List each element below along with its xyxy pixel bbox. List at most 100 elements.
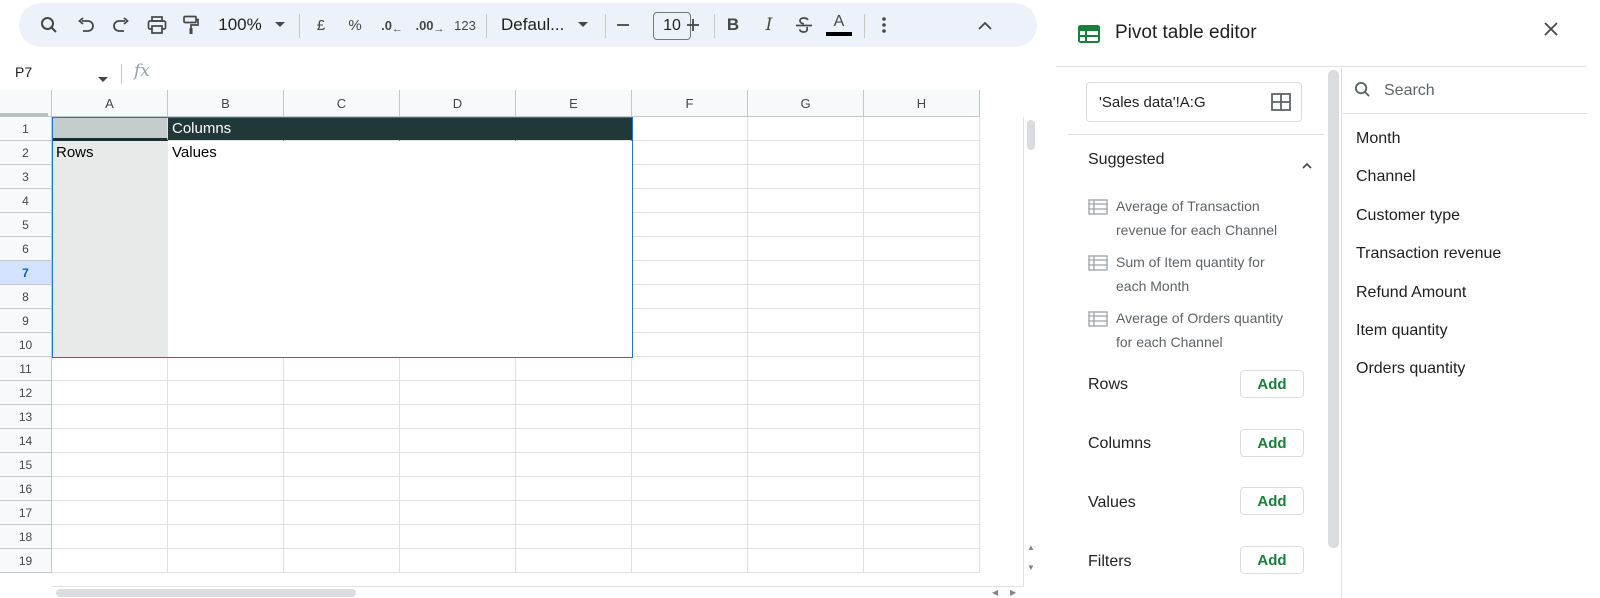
row-header[interactable]: 16 [0, 477, 52, 501]
cell[interactable] [284, 261, 400, 285]
column-header-e[interactable]: E [516, 90, 632, 117]
cell[interactable] [748, 381, 864, 405]
cell[interactable] [168, 549, 284, 573]
cell[interactable] [284, 213, 400, 237]
cell[interactable] [748, 237, 864, 261]
horizontal-scrollbar[interactable]: ◀ ▶ [52, 586, 1024, 598]
row-header[interactable]: 12 [0, 381, 52, 405]
cell[interactable] [864, 477, 980, 501]
cell[interactable] [168, 237, 284, 261]
cell[interactable] [400, 165, 516, 189]
cell[interactable] [748, 453, 864, 477]
field-item-orders-quantity[interactable]: Orders quantity [1356, 360, 1465, 378]
cell[interactable] [284, 237, 400, 261]
undo-icon[interactable] [74, 10, 98, 40]
row-header[interactable]: 17 [0, 501, 52, 525]
cell[interactable] [516, 309, 632, 333]
search-menus-icon[interactable] [37, 10, 61, 40]
cell[interactable] [168, 525, 284, 549]
strikethrough-icon[interactable] [793, 10, 815, 40]
italic-icon[interactable]: I [758, 10, 780, 40]
cell[interactable] [52, 333, 168, 357]
row-header[interactable]: 15 [0, 453, 52, 477]
cell[interactable] [864, 357, 980, 381]
column-header-b[interactable]: B [168, 90, 284, 117]
cell[interactable] [632, 309, 748, 333]
cell[interactable] [748, 261, 864, 285]
cell[interactable] [748, 213, 864, 237]
cell[interactable] [516, 261, 632, 285]
column-header-h[interactable]: H [864, 90, 980, 117]
cell[interactable] [168, 501, 284, 525]
cell[interactable] [284, 501, 400, 525]
decrease-decimal-button[interactable]: .0 ← [379, 10, 405, 40]
column-header-c[interactable]: C [284, 90, 400, 117]
field-item-transaction-revenue[interactable]: Transaction revenue [1356, 245, 1501, 263]
cell[interactable] [400, 477, 516, 501]
cell[interactable] [52, 165, 168, 189]
currency-format-button[interactable]: £ [311, 10, 331, 40]
cell[interactable] [864, 189, 980, 213]
pivot-rows-label[interactable]: Rows [52, 141, 168, 165]
row-header[interactable]: 19 [0, 549, 52, 573]
cell[interactable] [52, 549, 168, 573]
cell[interactable] [516, 381, 632, 405]
row-header[interactable]: 7 [0, 261, 52, 285]
cell[interactable] [632, 405, 748, 429]
cell[interactable] [748, 309, 864, 333]
cell[interactable] [864, 309, 980, 333]
cell[interactable] [52, 405, 168, 429]
cell[interactable] [632, 477, 748, 501]
cell[interactable] [632, 117, 748, 141]
cell[interactable] [516, 501, 632, 525]
cell[interactable] [864, 405, 980, 429]
cell[interactable] [632, 213, 748, 237]
cell[interactable] [168, 165, 284, 189]
cell[interactable] [748, 405, 864, 429]
cell[interactable] [632, 141, 748, 165]
cell[interactable] [168, 429, 284, 453]
scroll-down-icon[interactable]: ▼ [1027, 563, 1035, 572]
cell[interactable] [632, 357, 748, 381]
cell[interactable] [864, 549, 980, 573]
cell[interactable] [168, 309, 284, 333]
data-range-field[interactable]: 'Sales data'!A:G [1086, 82, 1302, 122]
cell[interactable] [748, 285, 864, 309]
cell[interactable] [284, 357, 400, 381]
font-caret-icon[interactable] [576, 10, 590, 40]
column-header-f[interactable]: F [632, 90, 748, 117]
field-item-channel[interactable]: Channel [1356, 168, 1416, 186]
cell[interactable] [632, 165, 748, 189]
cell[interactable] [52, 453, 168, 477]
select-range-grid-icon[interactable] [1271, 93, 1291, 115]
cell[interactable] [284, 285, 400, 309]
cell[interactable] [632, 285, 748, 309]
cell[interactable] [632, 189, 748, 213]
row-header[interactable]: 3 [0, 165, 52, 189]
cell[interactable] [400, 525, 516, 549]
cell[interactable] [400, 117, 516, 141]
cell[interactable] [52, 117, 168, 141]
decrease-font-size-icon[interactable] [613, 10, 633, 40]
percent-format-button[interactable]: % [345, 10, 365, 40]
cell[interactable] [284, 477, 400, 501]
row-header[interactable]: 6 [0, 237, 52, 261]
cell[interactable] [632, 333, 748, 357]
row-header[interactable]: 4 [0, 189, 52, 213]
cell[interactable] [864, 453, 980, 477]
row-header[interactable]: 2 [0, 141, 52, 165]
cell[interactable] [748, 165, 864, 189]
cell[interactable] [168, 405, 284, 429]
cell[interactable] [632, 237, 748, 261]
cell[interactable] [632, 549, 748, 573]
paint-format-icon[interactable] [179, 10, 203, 40]
cell[interactable] [400, 309, 516, 333]
row-header[interactable]: 10 [0, 333, 52, 357]
cell[interactable] [748, 549, 864, 573]
cell[interactable] [52, 477, 168, 501]
cell[interactable] [516, 333, 632, 357]
increase-decimal-button[interactable]: .00 → [415, 10, 445, 40]
cell[interactable] [864, 525, 980, 549]
add-filters-button[interactable]: Add [1240, 546, 1304, 574]
add-columns-button[interactable]: Add [1240, 429, 1304, 457]
